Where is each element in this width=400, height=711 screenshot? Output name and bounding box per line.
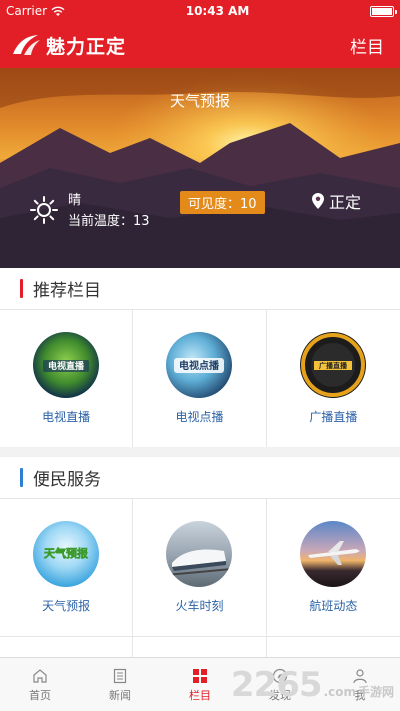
grid-item-label: 电视直播 (42, 410, 91, 424)
grid-item-label: 天气预报 (42, 599, 91, 613)
section-accent-bar (20, 279, 23, 298)
weather-thumbnail: 天气预报 (33, 521, 100, 587)
services-section: 便民服务 天气预报 天气预报 火车时刻 航班动态 (0, 457, 400, 636)
banner-title: 天气预报 (169, 92, 230, 110)
app-screen: Carrier 10:43 AM 魅力正定 栏目 天气预报 晴 当前温度：13 … (0, 0, 400, 711)
section-header: 推荐栏目 (0, 268, 400, 310)
status-time: 10:43 AM (185, 4, 250, 18)
visibility-badge: 可见度：10 (180, 191, 265, 214)
watermark: 2265 .com 手游网 (231, 665, 394, 705)
grid-item-train[interactable]: 火车时刻 (133, 499, 267, 636)
sun-icon (30, 196, 58, 224)
recommended-section: 推荐栏目 电视直播 电视直播 电视点播 电视点播 广播直播 广播直播 (0, 268, 400, 447)
tv-vod-thumbnail: 电视点播 (166, 332, 233, 398)
weather-condition: 晴 (68, 193, 82, 208)
tab-label: 新闻 (109, 689, 131, 702)
current-temperature: 当前温度：13 (68, 214, 150, 229)
news-icon (113, 668, 127, 684)
svg-text:电视点播: 电视点播 (179, 359, 220, 372)
grid-item-tv-live[interactable]: 电视直播 电视直播 (0, 310, 134, 447)
app-title: 魅力正定 (46, 35, 127, 58)
section-header: 便民服务 (0, 457, 400, 499)
status-bar: Carrier 10:43 AM (0, 0, 400, 22)
tv-live-thumbnail: 电视直播 (33, 332, 100, 398)
location[interactable]: 正定 (312, 189, 361, 213)
tab-label: 栏目 (189, 689, 211, 702)
battery-icon (370, 5, 397, 17)
tab-news[interactable]: 新闻 (80, 658, 160, 711)
app-header: Carrier 10:43 AM 魅力正定 栏目 (0, 0, 400, 68)
svg-text:广播直播: 广播直播 (319, 361, 348, 370)
home-icon (33, 669, 47, 683)
navbar: 魅力正定 栏目 (0, 22, 400, 68)
tab-home[interactable]: 首页 (0, 658, 80, 711)
watermark-suffix: .com (323, 685, 356, 699)
watermark-number: 2265 (230, 665, 323, 705)
grid-item-label: 火车时刻 (175, 599, 224, 613)
section-title: 便民服务 (33, 470, 101, 490)
grid-item-label: 航班动态 (309, 599, 358, 613)
weather-banner[interactable]: 天气预报 晴 当前温度：13 可见度：10 正定 (0, 68, 400, 268)
grid-item-radio-live[interactable]: 广播直播 广播直播 (267, 310, 400, 447)
svg-text:天气预报: 天气预报 (44, 546, 89, 560)
location-pin-icon (312, 193, 324, 209)
radio-live-thumbnail: 广播直播 (300, 332, 367, 398)
watermark-text: 手游网 (357, 685, 394, 699)
grid-item-weather[interactable]: 天气预报 天气预报 (0, 499, 134, 636)
columns-menu-button[interactable]: 栏目 (350, 33, 384, 58)
grid-icon (193, 669, 207, 683)
services-grid: 天气预报 天气预报 火车时刻 航班动态 (0, 499, 400, 636)
grid-item-label: 电视点播 (175, 410, 224, 424)
grid-item-label: 广播直播 (309, 410, 358, 424)
location-label: 正定 (329, 193, 362, 212)
section-title: 推荐栏目 (33, 281, 101, 301)
svg-text:电视直播: 电视直播 (48, 360, 85, 372)
carrier-label: Carrier (6, 4, 48, 18)
logo-icon (13, 35, 40, 55)
next-row-partial (0, 636, 400, 657)
weather-info: 晴 当前温度：13 (30, 190, 150, 232)
grid-item-flight[interactable]: 航班动态 (267, 499, 400, 636)
tab-columns[interactable]: 栏目 (160, 658, 240, 711)
grid-item-tv-vod[interactable]: 电视点播 电视点播 (133, 310, 267, 447)
section-accent-bar (20, 468, 23, 487)
train-thumbnail (166, 521, 233, 587)
tab-label: 首页 (29, 689, 51, 702)
wifi-icon (51, 6, 65, 16)
airplane-thumbnail (300, 521, 367, 587)
brand: 魅力正定 (10, 32, 126, 59)
recommended-grid: 电视直播 电视直播 电视点播 电视点播 广播直播 广播直播 (0, 310, 400, 447)
